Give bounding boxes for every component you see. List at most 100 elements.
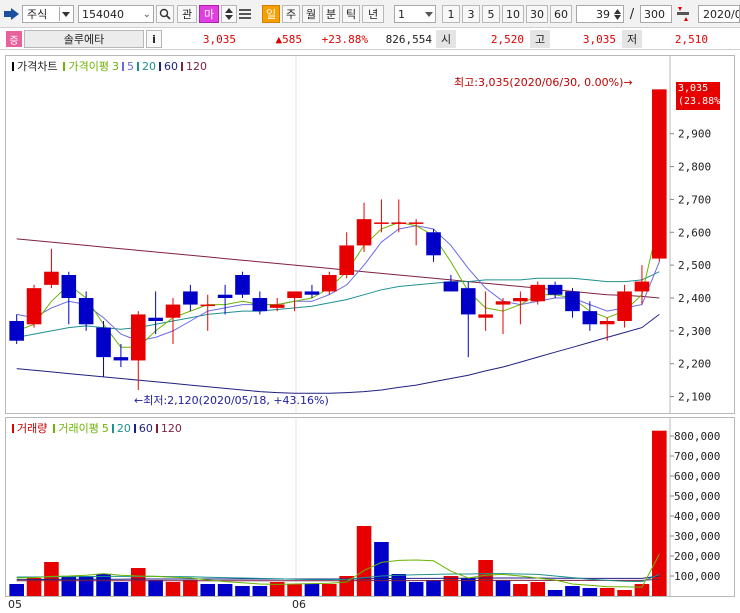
search-button[interactable] [156,5,174,23]
legend-ma120[interactable]: 120 [186,60,207,73]
period-60-button[interactable]: 60 [550,5,572,23]
legend-marker [111,423,114,433]
candle-body [61,275,77,298]
volume-bar [530,582,546,596]
trade-volume: 826,554 [385,32,432,46]
period-tick-button[interactable]: 틱 [342,5,360,23]
date-input[interactable]: 2020/0 [698,5,740,23]
period-10-button[interactable]: 10 [502,5,524,23]
stepper-button[interactable] [221,5,237,23]
period-week-button[interactable]: 주 [282,5,300,23]
last-price-tag: 3,035 (23.88%) [676,82,726,110]
legend-ma3[interactable]: 3 [112,60,119,73]
zoom-toggle-icon[interactable] [674,5,692,23]
volume-bar [183,580,198,596]
ma-button[interactable]: 마 [199,5,219,23]
price-chart[interactable]: 2,100 2,200 2,300 2,400 2,500 2,600 2,700 2,800… [6,56,734,413]
count-input[interactable]: 39 [576,5,624,23]
count-separator: / [629,6,635,22]
candle-body [599,321,615,325]
legend-ma5[interactable]: 5 [127,60,134,73]
volume-bar [599,588,615,596]
legend-marker [180,61,183,71]
legend-marker [158,61,161,71]
candle-body [374,222,389,224]
volume-bar [148,580,163,596]
legend-marker [53,423,56,433]
volume-bar [582,588,598,596]
candle-body [391,222,407,224]
gwan-button[interactable]: 관 [177,5,197,23]
legend-vma60[interactable]: 60 [139,422,153,435]
candle-body [565,291,580,312]
period-3-button[interactable]: 3 [462,5,480,23]
candle-body [113,357,129,361]
period-minute-button[interactable]: 분 [322,5,340,23]
ma120-line [16,238,660,299]
y-tick-label: 2,900 [678,128,711,141]
quote-bar: 증 솔루에타 i 3,035 ▲585 +23.88% 826,554 시 2,… [0,28,740,50]
volume-bar [322,584,337,596]
y-tick-label: 2,400 [678,292,711,305]
candle-body [530,284,546,302]
market-select[interactable]: 주식 [22,5,74,23]
volume-bar [130,568,146,596]
volume-chart-panel[interactable]: 100,000 200,000 300,000 400,000 500,000 600,0… [5,417,735,597]
last-price-value: 3,035 [678,83,709,94]
candle-body [287,291,302,298]
period-5-button[interactable]: 5 [482,5,500,23]
y-tick-label: 2,300 [678,325,711,338]
search-icon [159,8,171,20]
price-chart-panel[interactable]: 2,100 2,200 2,300 2,400 2,500 2,600 2,700 2,800… [5,55,735,414]
period-1-button[interactable]: 1 [442,5,460,23]
legend-vma120[interactable]: 120 [161,422,182,435]
legend-volume-ma[interactable]: 거래이평 [58,420,98,436]
stock-name: 솔루에타 [63,33,105,46]
legend-volume[interactable]: 거래량 [17,420,47,436]
unit-select[interactable]: 1 [394,5,436,23]
code-input-value: 154040 [82,7,124,21]
volume-bar [495,580,511,596]
candle-body [235,275,250,295]
period-30-button[interactable]: 30 [526,5,548,23]
volume-chart[interactable]: 100,000 200,000 300,000 400,000 500,000 600,0… [6,418,734,596]
y-tick-label: 2,700 [678,193,711,206]
info-button[interactable]: i [146,30,162,48]
chevron-down-icon[interactable] [425,11,433,17]
spinner-icon[interactable] [614,8,621,20]
period-day-button[interactable]: 일 [262,5,280,23]
y-tick-label: 200,000 [674,550,720,563]
volume-bar [443,576,459,596]
candle-body [130,314,146,361]
candle-body [44,271,59,285]
list-icon[interactable] [238,7,252,21]
candle-body [252,298,268,312]
x-axis: 05 06 [0,597,740,613]
chevron-down-icon[interactable] [59,7,71,21]
export-icon[interactable] [3,6,21,22]
code-input[interactable]: 154040 ⌄ [78,5,154,23]
legend-ma60[interactable]: 60 [164,60,178,73]
chevron-down-icon[interactable]: ⌄ [143,9,151,20]
x-axis-label: 05 [8,598,22,611]
candle-body [652,89,667,259]
volume-bar [217,584,233,596]
period-month-button[interactable]: 월 [302,5,320,23]
legend-vma5[interactable]: 5 [102,422,109,435]
price-legend: 가격차트 가격이평 3 5 20 60 120 [12,58,207,74]
candle-body [304,291,320,295]
y-tick-label: 600,000 [674,470,720,483]
total-input[interactable]: 300 [640,5,672,23]
legend-ma20[interactable]: 20 [142,60,156,73]
vma5-line [16,554,660,588]
stock-name-field[interactable]: 솔루에타 [24,30,144,48]
y-tick-label: 700,000 [674,450,720,463]
legend-price-chart[interactable]: 가격차트 [17,58,57,74]
legend-price-ma[interactable]: 가격이평 [68,58,108,74]
period-year-button[interactable]: 년 [362,5,384,23]
volume-bar [96,574,111,596]
candle-body [217,294,233,298]
legend-vma20[interactable]: 20 [117,422,131,435]
y-tick-label: 2,800 [678,161,711,174]
volume-bar [634,584,650,596]
